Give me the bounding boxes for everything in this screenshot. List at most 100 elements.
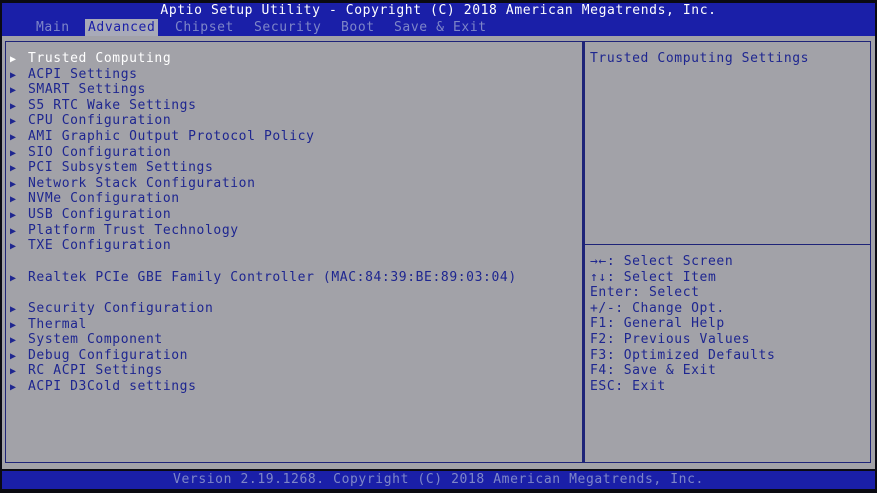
- key-legend-line: F1: General Help: [590, 316, 725, 331]
- menu-item-label: Debug Configuration: [28, 348, 189, 363]
- menu-item-label: AMI Graphic Output Protocol Policy: [28, 129, 315, 144]
- key-name: +/-: [590, 301, 616, 316]
- submenu-arrow-icon: ▶: [10, 210, 17, 221]
- submenu-arrow-icon: ▶: [10, 85, 17, 96]
- submenu-arrow-icon: ▶: [10, 320, 17, 331]
- key-action: : Save & Exit: [606, 363, 717, 378]
- key-legend-line: →←: Select Screen: [590, 254, 733, 269]
- menu-item-label: Security Configuration: [28, 301, 214, 316]
- tab-chipset[interactable]: Chipset: [172, 19, 237, 36]
- tab-main[interactable]: Main: [33, 19, 73, 36]
- submenu-arrow-icon: ▶: [10, 194, 17, 205]
- key-action: : Select Screen: [606, 254, 734, 269]
- key-name: F4: [590, 363, 607, 378]
- menu-item[interactable]: ▶ SMART Settings: [10, 82, 146, 97]
- menu-item-label: S5 RTC Wake Settings: [28, 98, 197, 113]
- menu-item-label: Network Stack Configuration: [28, 176, 256, 191]
- menu-item-label: SIO Configuration: [28, 145, 172, 160]
- submenu-arrow-icon: ▶: [10, 241, 17, 252]
- menu-item[interactable]: ▶ Debug Configuration: [10, 348, 188, 363]
- menu-panel: ▶ Trusted Computing ▶ ACPI Settings ▶ SMART S…: [5, 41, 583, 463]
- submenu-arrow-icon: ▶: [10, 116, 17, 127]
- key-action: : General Help: [606, 316, 725, 331]
- tab-bar: Main Advanced Chipset Security Boot Save…: [2, 19, 875, 36]
- menu-item[interactable]: ▶ Thermal: [10, 317, 87, 332]
- menu-item[interactable]: ▶ Realtek PCIe GBE Family Controller (MAC…: [10, 270, 517, 285]
- help-divider: [585, 244, 870, 245]
- menu-item[interactable]: ▶ NVMe Configuration: [10, 191, 180, 206]
- menu-item[interactable]: ▶ S5 RTC Wake Settings: [10, 98, 197, 113]
- menu-item[interactable]: ▶ Network Stack Configuration: [10, 176, 256, 191]
- key-name: Enter: [590, 285, 633, 300]
- key-legend-line: F3: Optimized Defaults: [590, 348, 775, 363]
- key-legend-line: F2: Previous Values: [590, 332, 750, 347]
- menu-item[interactable]: ▶ AMI Graphic Output Protocol Policy: [10, 129, 315, 144]
- menu-item-label: SMART Settings: [28, 82, 146, 97]
- key-action: : Previous Values: [606, 332, 751, 347]
- submenu-arrow-icon: ▶: [10, 132, 17, 143]
- menu-item-label: Platform Trust Technology: [28, 223, 239, 238]
- key-action: : Change Opt.: [615, 301, 725, 316]
- menu-item-label: ACPI D3Cold settings: [28, 379, 197, 394]
- key-name: F3: [590, 348, 607, 363]
- submenu-arrow-icon: ▶: [10, 382, 17, 393]
- submenu-arrow-icon: ▶: [10, 273, 17, 284]
- footer-text: Version 2.19.1268. Copyright (C) 2018 Am…: [173, 472, 704, 487]
- menu-item[interactable]: ▶ SIO Configuration: [10, 145, 171, 160]
- menu-item[interactable]: ▶ USB Configuration: [10, 207, 171, 222]
- menu-item[interactable]: ▶ PCI Subsystem Settings: [10, 160, 213, 175]
- submenu-arrow-icon: ▶: [10, 366, 17, 377]
- menu-item-label: Realtek PCIe GBE Family Controller (MAC:…: [28, 270, 517, 285]
- submenu-arrow-icon: ▶: [10, 54, 17, 65]
- menu-item[interactable]: ▶ Trusted Computing: [10, 51, 171, 66]
- submenu-arrow-icon: ▶: [10, 335, 17, 346]
- menu-item[interactable]: ▶ RC ACPI Settings: [10, 363, 163, 378]
- footer: Version 2.19.1268. Copyright (C) 2018 Am…: [2, 471, 875, 489]
- tab-save-exit[interactable]: Save & Exit: [391, 19, 490, 36]
- menu-item[interactable]: ▶ ACPI D3Cold settings: [10, 379, 197, 394]
- menu-item-label: NVMe Configuration: [28, 191, 180, 206]
- title-text: Aptio Setup Utility - Copyright (C) 2018…: [160, 3, 717, 18]
- menu-item-label: RC ACPI Settings: [28, 363, 163, 378]
- submenu-arrow-icon: ▶: [10, 101, 17, 112]
- key-action: : Select: [632, 285, 700, 300]
- submenu-arrow-icon: ▶: [10, 226, 17, 237]
- menu-item-label: CPU Configuration: [28, 113, 172, 128]
- title-bar: Aptio Setup Utility - Copyright (C) 2018…: [2, 3, 875, 19]
- key-name: ↑↓: [590, 270, 607, 285]
- menu-item[interactable]: ▶ Platform Trust Technology: [10, 223, 239, 238]
- tab-advanced[interactable]: Advanced: [85, 19, 159, 36]
- key-action: : Select Item: [606, 270, 717, 285]
- key-legend-line: +/-: Change Opt.: [590, 301, 725, 316]
- menu-item-label: System Component: [28, 332, 163, 347]
- key-legend-line: F4: Save & Exit: [590, 363, 716, 378]
- key-action: : Optimized Defaults: [606, 348, 776, 363]
- submenu-arrow-icon: ▶: [10, 148, 17, 159]
- menu-item[interactable]: ▶ Security Configuration: [10, 301, 213, 316]
- menu-item-label: Trusted Computing: [28, 51, 172, 66]
- menu-item-label: TXE Configuration: [28, 238, 172, 253]
- tab-security[interactable]: Security: [251, 19, 324, 36]
- key-name: →←: [590, 254, 607, 269]
- menu-item-label: ACPI Settings: [28, 67, 138, 82]
- submenu-arrow-icon: ▶: [10, 351, 17, 362]
- menu-item[interactable]: ▶ System Component: [10, 332, 163, 347]
- tab-boot[interactable]: Boot: [338, 19, 378, 36]
- menu-item[interactable]: ▶ TXE Configuration: [10, 238, 171, 253]
- menu-item[interactable]: ▶ ACPI Settings: [10, 67, 138, 82]
- menu-item-label: USB Configuration: [28, 207, 172, 222]
- menu-item-label: Thermal: [28, 317, 87, 332]
- key-legend-line: Enter: Select: [590, 285, 700, 300]
- menu-item[interactable]: ▶ CPU Configuration: [10, 113, 171, 128]
- item-help-text: Trusted Computing Settings: [590, 51, 810, 66]
- submenu-arrow-icon: ▶: [10, 304, 17, 315]
- submenu-arrow-icon: ▶: [10, 70, 17, 81]
- bios-screen: Aptio Setup Utility - Copyright (C) 2018…: [0, 0, 877, 493]
- key-action: : Exit: [615, 379, 666, 394]
- menu-item-label: PCI Subsystem Settings: [28, 160, 214, 175]
- key-legend-line: ↑↓: Select Item: [590, 270, 716, 285]
- key-name: F1: [590, 316, 607, 331]
- key-legend-line: ESC: Exit: [590, 379, 666, 394]
- key-name: ESC: [590, 379, 616, 394]
- main-panel: ▶ Trusted Computing ▶ ACPI Settings ▶ SMART S…: [2, 36, 875, 469]
